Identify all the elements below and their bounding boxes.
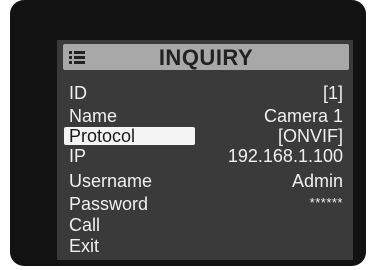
menu-title: INQUIRY xyxy=(158,45,254,70)
menu-item-label: Call xyxy=(69,215,101,235)
menu-item-value: 192.168.1.100 xyxy=(227,146,343,166)
menu-item-ip[interactable]: IP 192.168.1.100 xyxy=(63,147,349,165)
menu-item-password[interactable]: Password ****** xyxy=(63,195,349,213)
menu-item-value: Admin xyxy=(291,171,343,191)
menu-item-value: [ONVIF] xyxy=(277,126,343,146)
menu-item-exit[interactable]: Exit xyxy=(63,237,349,255)
menu-item-value: Camera 1 xyxy=(263,106,343,126)
menu-item-label: Protocol xyxy=(69,126,136,146)
screen-frame: INQUIRY ID [1] Name Camera 1 Protocol [O… xyxy=(10,0,366,266)
menu-item-label: Name xyxy=(69,106,118,126)
menu-header: INQUIRY xyxy=(63,44,349,70)
menu-item-id[interactable]: ID [1] xyxy=(63,84,349,102)
menu-item-value: ****** xyxy=(309,195,343,210)
menu-item-label: IP xyxy=(69,146,87,166)
menu-item-username[interactable]: Username Admin xyxy=(63,172,349,190)
menu-item-label: Exit xyxy=(69,236,100,256)
menu-item-label: Username xyxy=(69,171,153,191)
menu-item-call[interactable]: Call xyxy=(63,216,349,234)
menu-item-name[interactable]: Name Camera 1 xyxy=(63,107,349,125)
menu-item-label: ID xyxy=(69,83,87,103)
menu-item-protocol[interactable]: Protocol [ONVIF] xyxy=(63,127,349,145)
menu-item-value: [1] xyxy=(322,83,343,103)
menu-item-label: Password xyxy=(69,194,149,214)
inquiry-osd-menu: INQUIRY ID [1] Name Camera 1 Protocol [O… xyxy=(57,40,353,260)
